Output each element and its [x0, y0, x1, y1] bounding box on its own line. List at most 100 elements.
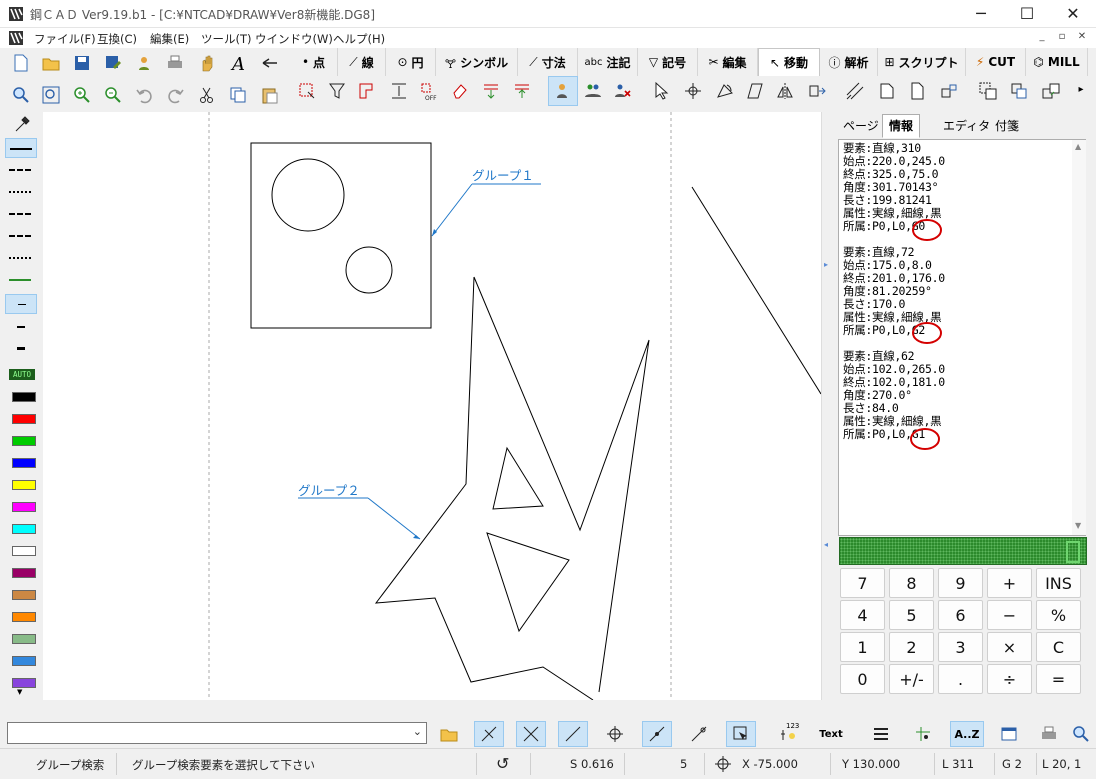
- calc-key-three[interactable]: 3: [938, 632, 983, 662]
- text-input-button[interactable]: Text: [816, 721, 846, 747]
- line-width-thick[interactable]: [5, 339, 37, 359]
- group2-outline-left[interactable]: [374, 276, 594, 700]
- select-between-tool[interactable]: [384, 76, 414, 106]
- group-remove-tool[interactable]: [608, 76, 638, 106]
- color-swatch[interactable]: [12, 392, 36, 402]
- color-swatch[interactable]: [12, 612, 36, 622]
- calc-key-seven[interactable]: 7: [840, 568, 885, 598]
- zoom-window-button[interactable]: [36, 80, 66, 110]
- line-style-dash-dot[interactable]: [5, 226, 37, 246]
- tab-analysis[interactable]: ⓘ 解析: [820, 48, 878, 76]
- calc-key-ins[interactable]: INS: [1036, 568, 1081, 598]
- color-swatch[interactable]: [12, 436, 36, 446]
- tab-annotation[interactable]: abc 注記: [578, 48, 638, 76]
- tab-sticky-note[interactable]: 付箋: [988, 114, 1026, 138]
- group2-outline-right[interactable]: [473, 276, 650, 693]
- group2-label[interactable]: グループ２: [298, 483, 360, 498]
- calc-key-zero[interactable]: 0: [840, 664, 885, 694]
- menu-help[interactable]: ヘルプ(H): [333, 31, 385, 47]
- line-style-green[interactable]: [5, 270, 37, 290]
- text-font-button[interactable]: A: [223, 48, 253, 78]
- calc-key-six[interactable]: 6: [938, 600, 983, 630]
- zoom-button[interactable]: [6, 80, 36, 110]
- scroll-down-icon[interactable]: ▼: [1075, 521, 1081, 530]
- tab-line[interactable]: ⟋ 線: [338, 48, 386, 76]
- redo-button[interactable]: [160, 80, 190, 110]
- doc-close-button[interactable]: ✕: [1074, 30, 1090, 46]
- calc-key-equals[interactable]: =: [1036, 664, 1081, 694]
- color-swatch[interactable]: [12, 546, 36, 556]
- group1-large-circle[interactable]: [271, 158, 345, 232]
- calc-key-eight[interactable]: 8: [889, 568, 934, 598]
- group-add-tool[interactable]: [578, 76, 608, 106]
- rotate-reset-icon[interactable]: ↺: [496, 754, 509, 773]
- standalone-line[interactable]: [691, 186, 821, 395]
- snap-center-button[interactable]: [600, 721, 630, 747]
- toolbar-more-chevron-icon[interactable]: ▸: [1074, 84, 1088, 100]
- group1-rectangle[interactable]: [250, 142, 432, 329]
- splitter-right-arrow-icon[interactable]: ▸: [824, 260, 828, 269]
- move-point-tool[interactable]: [678, 76, 708, 106]
- align-tool[interactable]: [802, 76, 832, 106]
- group-copy-tool[interactable]: [973, 76, 1003, 106]
- menu-window[interactable]: ウインドウ(W): [255, 31, 333, 47]
- skew-tool[interactable]: [740, 76, 770, 106]
- print-button[interactable]: [160, 48, 190, 78]
- rotate-tool[interactable]: [710, 76, 740, 106]
- calc-key-clear[interactable]: C: [1036, 632, 1081, 662]
- color-swatch[interactable]: [12, 502, 36, 512]
- close-button[interactable]: ✕: [1050, 0, 1096, 28]
- offset-tool[interactable]: [840, 76, 870, 106]
- snap-nearest-button[interactable]: [684, 721, 714, 747]
- line-width-thin[interactable]: [5, 294, 37, 314]
- calc-key-minus[interactable]: −: [987, 600, 1032, 630]
- filter-tool[interactable]: [322, 76, 352, 106]
- folder-button[interactable]: [434, 721, 464, 747]
- arrow-button[interactable]: [255, 48, 285, 78]
- calc-key-multiply[interactable]: ×: [987, 632, 1032, 662]
- tab-script[interactable]: ⊞ スクリプト: [878, 48, 966, 76]
- new-file-button[interactable]: [6, 48, 36, 78]
- calc-key-one[interactable]: 1: [840, 632, 885, 662]
- zoom-out-button[interactable]: [98, 80, 128, 110]
- save-button[interactable]: [67, 48, 97, 78]
- menu-tools[interactable]: ツール(T): [201, 31, 252, 47]
- tab-info[interactable]: 情報: [882, 114, 921, 138]
- minimize-button[interactable]: ─: [958, 0, 1004, 28]
- calc-key-percent[interactable]: %: [1036, 600, 1081, 630]
- paste-button[interactable]: [255, 80, 285, 110]
- tab-dimension[interactable]: ⟋ 寸法: [518, 48, 578, 76]
- group1-label[interactable]: グループ１: [472, 168, 534, 183]
- group2-large-triangle[interactable]: [486, 532, 570, 633]
- line-style-solid[interactable]: [5, 138, 37, 158]
- move-tool[interactable]: [647, 76, 677, 106]
- calc-key-divide[interactable]: ÷: [987, 664, 1032, 694]
- group2-small-triangle[interactable]: [492, 446, 544, 510]
- number-input-button[interactable]: 123: [774, 721, 804, 747]
- tab-move[interactable]: ↖ 移動: [758, 48, 820, 76]
- menu-edit[interactable]: 編集(E): [150, 31, 189, 47]
- chevron-down-icon[interactable]: ⌄: [413, 725, 422, 738]
- color-swatch[interactable]: [12, 678, 36, 688]
- tab-mill[interactable]: ⌬ MILL: [1026, 48, 1088, 76]
- command-combobox[interactable]: ⌄: [7, 722, 427, 744]
- sort-az-button[interactable]: A..Z: [950, 721, 984, 747]
- color-swatch[interactable]: [12, 480, 36, 490]
- tab-edit[interactable]: ✂ 編集: [698, 48, 758, 76]
- page-tool[interactable]: [902, 76, 932, 106]
- scroll-down-icon[interactable]: ▼: [17, 688, 22, 696]
- line-style-dash-fine[interactable]: [5, 204, 37, 224]
- grid-button[interactable]: [908, 721, 938, 747]
- snap-midpoint-button[interactable]: [642, 721, 672, 747]
- line-width-medium[interactable]: [5, 317, 37, 337]
- splitter-left-arrow-icon[interactable]: ◂: [824, 540, 828, 549]
- color-swatch[interactable]: [12, 524, 36, 534]
- copy-button[interactable]: [223, 80, 253, 110]
- group1-small-circle[interactable]: [345, 246, 393, 294]
- menu-compat[interactable]: 互換(C): [97, 31, 137, 47]
- maximize-button[interactable]: ☐: [1004, 0, 1050, 28]
- tab-symbol[interactable]: 🝖 シンボル: [436, 48, 518, 76]
- snap-line-button[interactable]: [558, 721, 588, 747]
- zoom-in-button[interactable]: [67, 80, 97, 110]
- menu-file[interactable]: ファイル(F): [34, 31, 96, 47]
